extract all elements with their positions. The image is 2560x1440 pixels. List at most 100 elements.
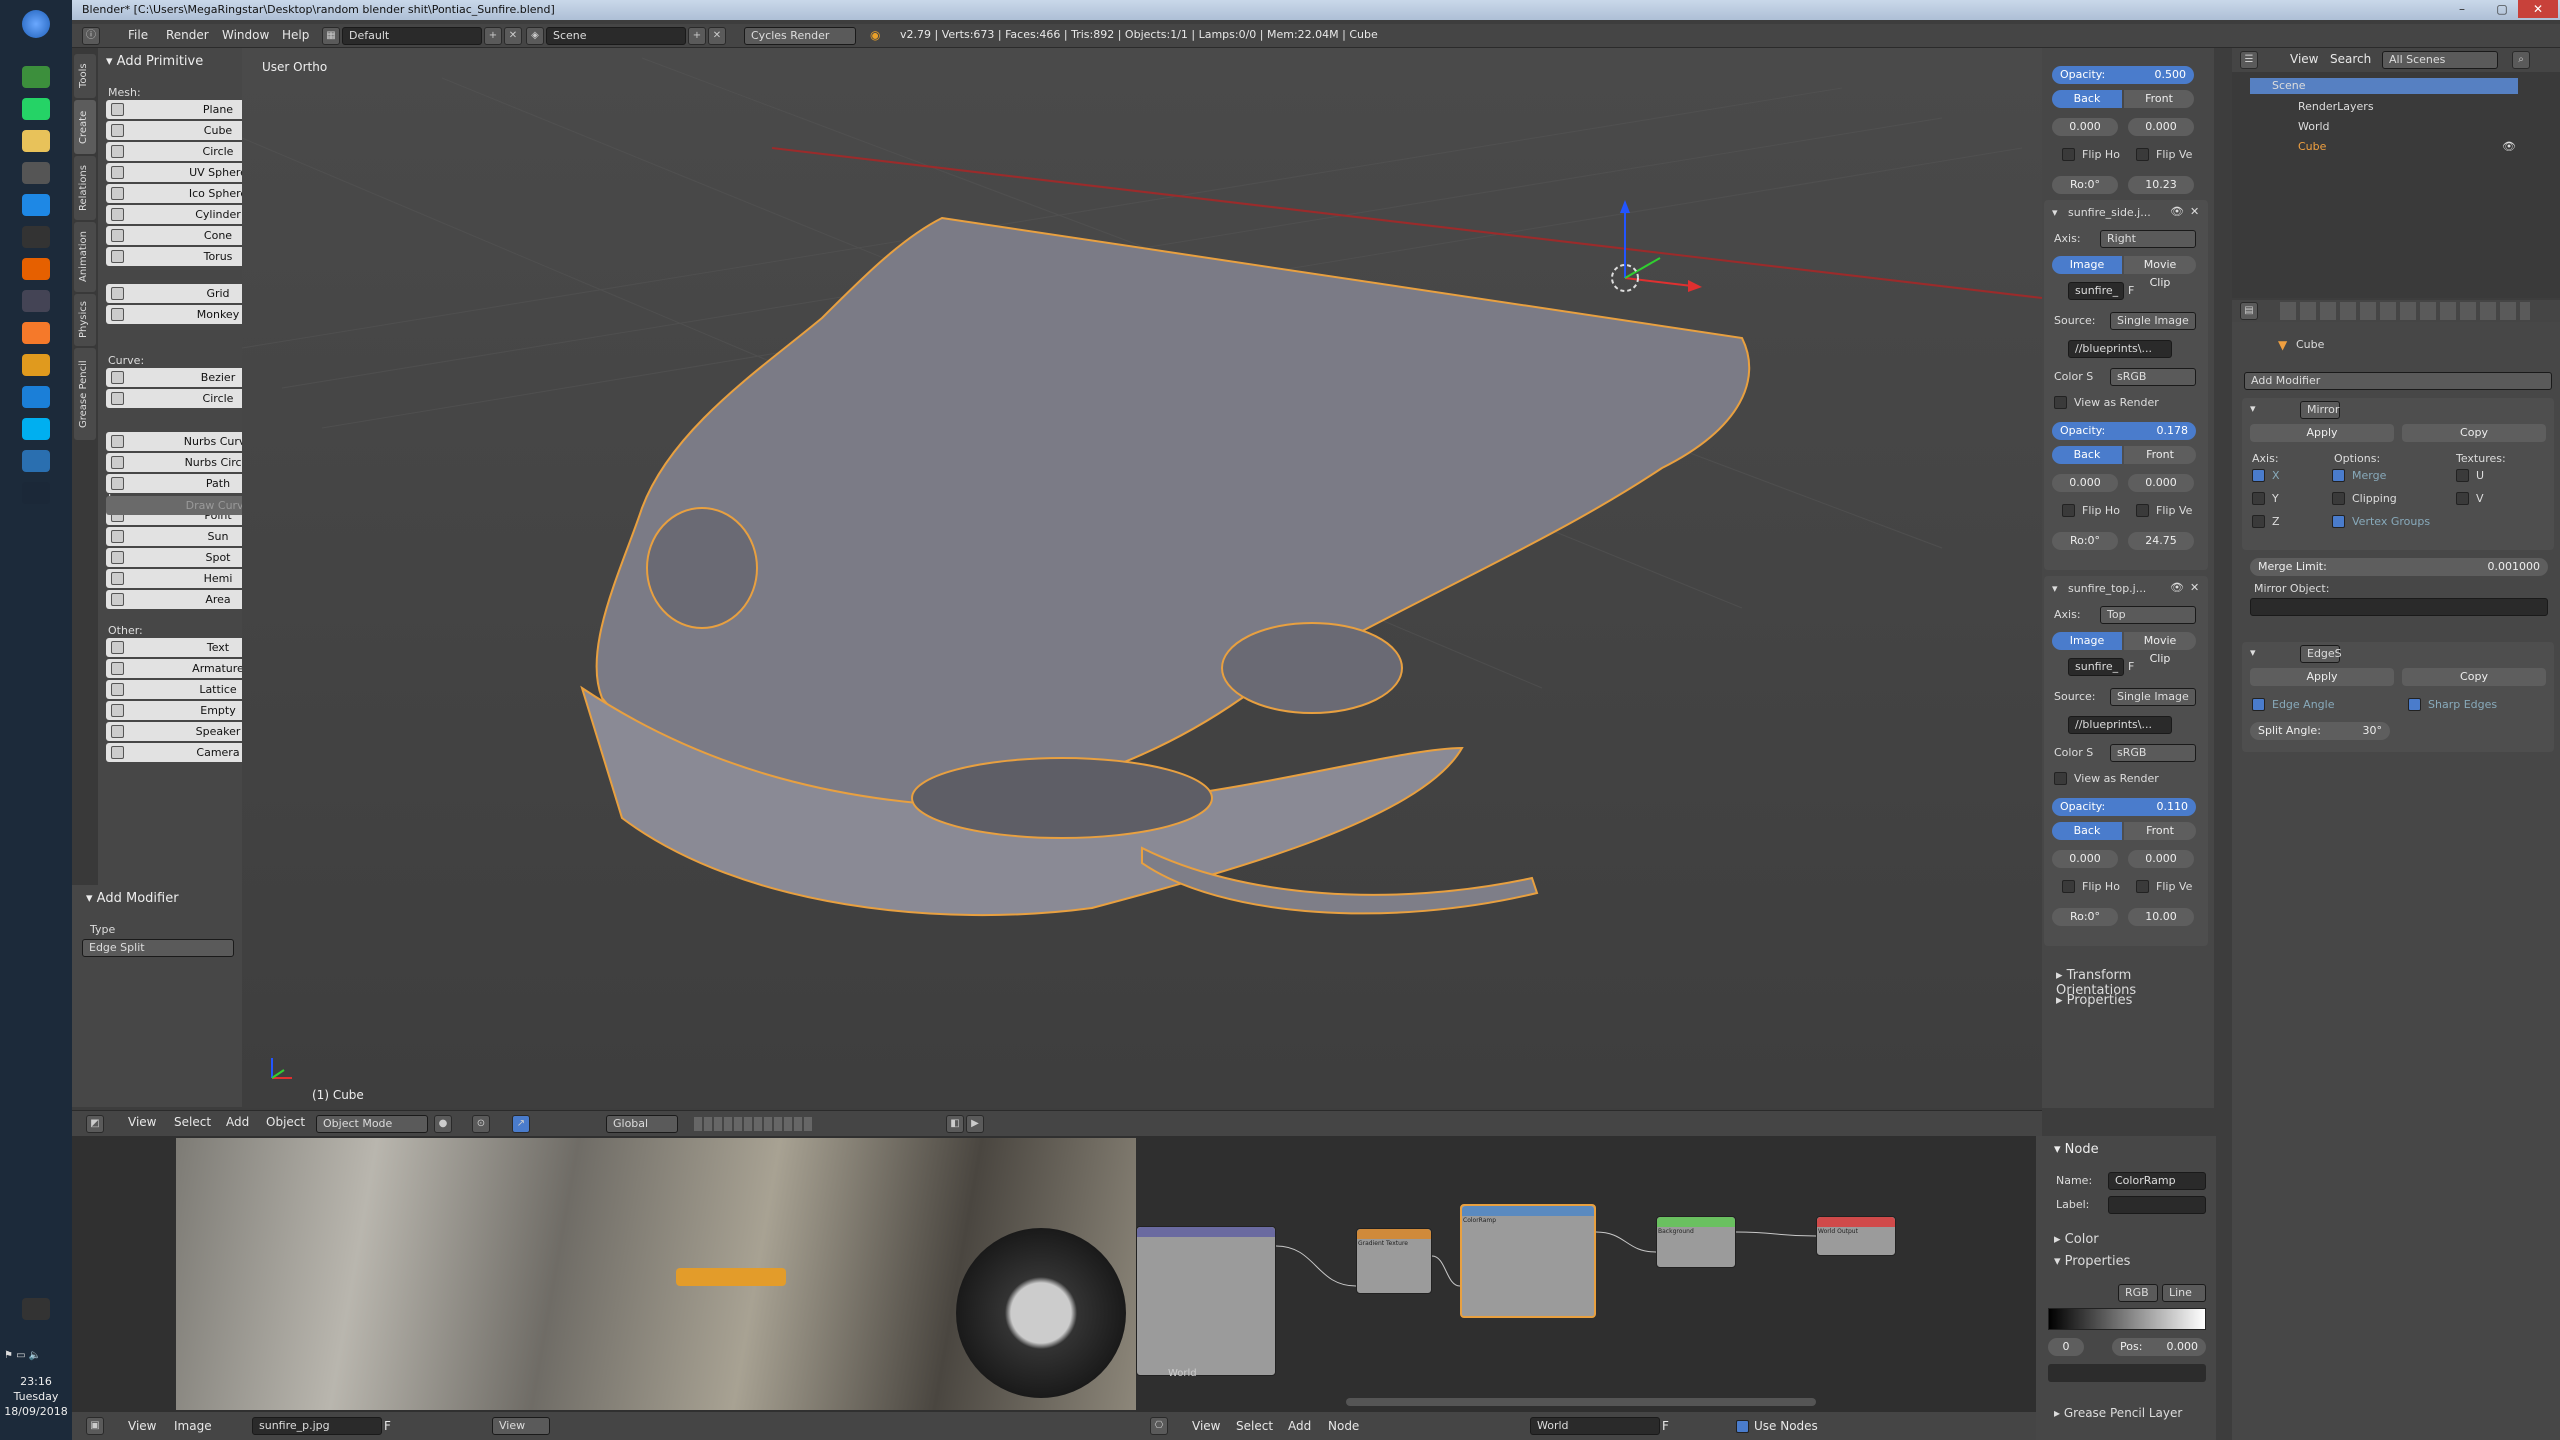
app-icon[interactable] [22, 290, 50, 312]
add-modifier-select[interactable]: Add Modifier [2244, 372, 2552, 390]
properties-panel-header[interactable]: ▾ Properties [2054, 1254, 2130, 1269]
node-panel-header[interactable]: ▾ Node [2054, 1142, 2099, 1157]
flip-v-checkbox[interactable] [2136, 880, 2149, 893]
clock[interactable]: 23:16 Tuesday 18/09/2018 [0, 1374, 72, 1419]
visibility-eye-icon[interactable]: 👁 [2170, 581, 2184, 594]
colorramp-index-field[interactable]: 0 [2048, 1338, 2084, 1356]
colorramp-interp-select[interactable]: Line [2162, 1284, 2206, 1302]
filepath-field[interactable]: //blueprints\... [2068, 340, 2172, 358]
app-icon[interactable] [22, 226, 50, 248]
car-headlight-right[interactable] [1221, 622, 1403, 714]
edgesplit-apply-button[interactable]: Apply [2250, 668, 2394, 686]
shading-icon[interactable]: ● [434, 1115, 452, 1133]
editor-type-icon[interactable]: ◩ [86, 1115, 104, 1133]
node-name-field[interactable]: ColorRamp [2108, 1172, 2206, 1190]
car-headlight-left[interactable] [646, 507, 758, 629]
mirror-u-checkbox[interactable] [2456, 469, 2469, 482]
mode-select[interactable]: Object Mode [316, 1115, 428, 1133]
add-primitive-header[interactable]: ▾ Add Primitive [106, 54, 203, 69]
node-menu-node[interactable]: Node [1328, 1419, 1359, 1433]
top-back-button[interactable]: Back [2052, 90, 2122, 108]
collapse-icon[interactable]: ▾ [2052, 206, 2058, 219]
edge-angle-checkbox[interactable] [2252, 698, 2265, 711]
flip-h-checkbox[interactable] [2062, 504, 2075, 517]
node-colorramp[interactable]: ColorRamp [1460, 1204, 1596, 1318]
menu-add[interactable]: Add [226, 1115, 249, 1129]
image-editor[interactable] [72, 1136, 1136, 1412]
fake-user-button[interactable]: F [384, 1419, 391, 1433]
node-menu-select[interactable]: Select [1236, 1419, 1273, 1433]
edgesplit-copy-button[interactable]: Copy [2402, 668, 2546, 686]
mirror-apply-button[interactable]: Apply [2250, 424, 2394, 442]
axis-select[interactable]: Top [2100, 606, 2196, 624]
app-icon[interactable] [22, 162, 50, 184]
menu-select[interactable]: Select [174, 1115, 211, 1129]
image-view-select[interactable]: View [492, 1417, 550, 1435]
merge-limit-field[interactable]: Merge Limit: 0.001000 [2250, 558, 2548, 576]
viewport-canvas[interactable] [242, 48, 2042, 1108]
operator-header[interactable]: ▾ Add Modifier [86, 891, 179, 906]
outliner-menu-view[interactable]: View [2290, 52, 2318, 66]
image-datablock-field[interactable]: sunfire_ [2068, 658, 2124, 676]
source-select[interactable]: Single Image [2110, 688, 2196, 706]
car-grille-mesh[interactable] [911, 757, 1213, 839]
tab-grease-pencil[interactable]: Grease Pencil [74, 348, 96, 440]
flip-h-checkbox[interactable] [2062, 880, 2075, 893]
view-as-render-checkbox[interactable] [2054, 772, 2067, 785]
size-field[interactable]: 10.00 [2128, 908, 2194, 926]
desktop-icon[interactable] [22, 1298, 50, 1320]
collapse-icon[interactable]: ▾ [2250, 646, 2256, 659]
outliner-item-cube[interactable]: Cube [2298, 140, 2326, 153]
world-fake-user[interactable]: F [1662, 1419, 1669, 1433]
image-name-field[interactable]: sunfire_p.jpg [252, 1417, 382, 1435]
back-button[interactable]: Back [2052, 446, 2122, 464]
car-hood-mesh[interactable] [595, 216, 1751, 811]
top-offset-x[interactable]: 0.000 [2052, 118, 2118, 136]
menu-view[interactable]: View [128, 1115, 156, 1129]
tab-relations[interactable]: Relations [74, 156, 96, 220]
color-space-select[interactable]: sRGB [2110, 368, 2196, 386]
color-space-select[interactable]: sRGB [2110, 744, 2196, 762]
sharp-edges-checkbox[interactable] [2408, 698, 2421, 711]
context-tab-icons[interactable] [2280, 302, 2530, 320]
render-engine-select[interactable]: Cycles Render [744, 27, 856, 45]
layout-field[interactable]: Default [342, 27, 482, 45]
editor-type-icon[interactable]: ⓘ [82, 27, 100, 45]
menu-render[interactable]: Render [166, 28, 209, 42]
source-movie-button[interactable]: Movie Clip [2124, 256, 2196, 289]
mirror-axis-x-checkbox[interactable] [2252, 469, 2265, 482]
top-flip-h-checkbox[interactable] [2062, 148, 2075, 161]
blender-icon[interactable] [22, 322, 50, 344]
colorramp-mode-select[interactable]: RGB [2118, 1284, 2158, 1302]
mirror-v-checkbox[interactable] [2456, 492, 2469, 505]
steam-icon[interactable] [22, 482, 50, 504]
colorramp-color-swatch[interactable] [2048, 1364, 2206, 1382]
flip-v-checkbox[interactable] [2136, 504, 2149, 517]
render-icon[interactable]: ◧ [946, 1115, 964, 1133]
front-button[interactable]: Front [2124, 446, 2196, 464]
mirror-clipping-checkbox[interactable] [2332, 492, 2345, 505]
fake-user-button[interactable]: F [2128, 660, 2134, 673]
mirror-axis-y-checkbox[interactable] [2252, 492, 2265, 505]
opacity-field[interactable]: Opacity: 0.110 [2052, 798, 2196, 816]
source-movie-button[interactable]: Movie Clip [2124, 632, 2196, 665]
orientation-select[interactable]: Global [606, 1115, 678, 1133]
opacity-field[interactable]: Opacity: 0.178 [2052, 422, 2196, 440]
node-texture-coordinate[interactable] [1136, 1226, 1276, 1376]
menu-file[interactable]: File [128, 28, 148, 42]
mirror-axis-z-checkbox[interactable] [2252, 515, 2265, 528]
start-button-icon[interactable] [22, 10, 50, 38]
grease-pencil-panel-header[interactable]: ▸ Grease Pencil Layer [2054, 1406, 2182, 1420]
3d-viewport[interactable]: User Ortho (1) Cube [242, 48, 2042, 1108]
mirror-merge-checkbox[interactable] [2332, 469, 2345, 482]
colorramp-pos-field[interactable]: Pos: 0.000 [2112, 1338, 2206, 1356]
collapse-icon[interactable]: ▾ [2250, 402, 2256, 415]
search-icon[interactable]: ⌕ [2512, 51, 2530, 69]
filepath-field[interactable]: //blueprints\... [2068, 716, 2172, 734]
remove-icon[interactable]: ✕ [2190, 581, 2199, 594]
outliner-menu-search[interactable]: Search [2330, 52, 2371, 66]
tab-tools[interactable]: Tools [74, 54, 96, 98]
source-image-button[interactable]: Image [2052, 632, 2122, 650]
image-datablock-field[interactable]: sunfire_ [2068, 282, 2124, 300]
minimize-icon[interactable]: – [2442, 0, 2482, 18]
